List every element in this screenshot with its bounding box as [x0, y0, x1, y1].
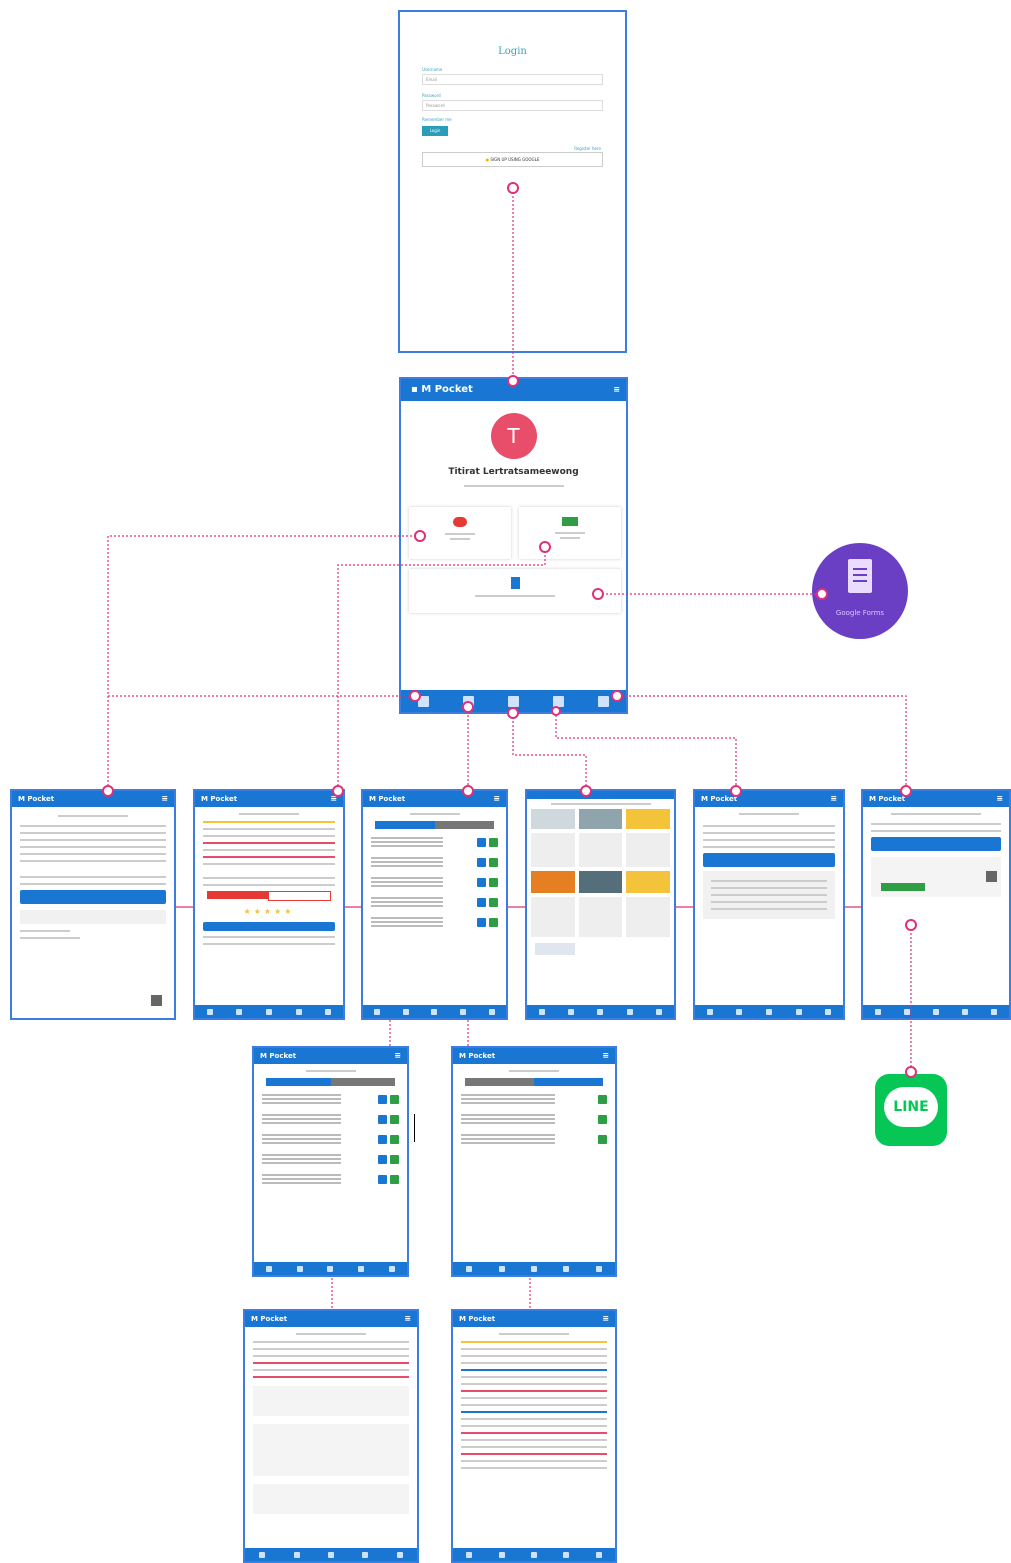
avatar: T	[490, 413, 537, 459]
remember-checkbox[interactable]: Remember me	[422, 117, 625, 122]
menu-icon[interactable]: ≡	[830, 791, 837, 807]
login-screen: Login Username Email Password Password R…	[398, 10, 627, 353]
delete-icon[interactable]	[986, 871, 997, 882]
menu-icon[interactable]: ≡	[493, 791, 500, 807]
menu-icon[interactable]: ≡	[996, 791, 1003, 807]
stats-screen: M Pocket ≡	[693, 789, 845, 1020]
expense-list-appbar-title: M Pocket	[459, 1052, 496, 1060]
expense-list-screen: M Pocket ≡	[451, 1046, 617, 1277]
piggy-bank-icon	[453, 517, 467, 527]
tile-report[interactable]	[409, 569, 621, 613]
connector-nav-settings	[617, 695, 907, 791]
user-name: Titirat Lertratsameewong	[448, 467, 579, 477]
nav-chart-icon[interactable]	[553, 695, 564, 707]
username-label: Username	[422, 67, 443, 72]
nav-list-icon[interactable]	[508, 695, 519, 707]
expense-appbar-title: M Pocket	[201, 795, 238, 803]
nav-edit-icon[interactable]	[463, 695, 474, 707]
google-forms-label: Google Forms	[835, 609, 885, 617]
money-icon	[562, 517, 578, 526]
menu-icon[interactable]: ≡	[394, 1048, 401, 1064]
menu-icon[interactable]: ≡	[602, 1048, 609, 1064]
income-screen: M Pocket ≡	[10, 789, 176, 1020]
nav-home-icon[interactable]	[418, 695, 429, 707]
nav-settings-icon[interactable]	[598, 695, 609, 707]
list-tabs[interactable]	[375, 821, 494, 829]
rating-stars[interactable]: ★★★★★	[195, 907, 343, 916]
list-appbar-title: M Pocket	[369, 795, 406, 803]
home-bottom-nav	[401, 690, 626, 712]
menu-icon[interactable]: ≡	[330, 791, 337, 807]
password-input[interactable]: Password	[422, 100, 603, 111]
type-toggle[interactable]	[207, 891, 331, 901]
google-signup-button[interactable]: ● SIGN UP USING GOOGLE	[422, 152, 603, 167]
line-logo: LINE	[875, 1074, 947, 1146]
menu-icon[interactable]: ≡	[161, 791, 168, 807]
app-logo-icon: ▪	[411, 384, 418, 395]
income-list-screen: M Pocket ≡	[252, 1046, 409, 1277]
google-icon: ●	[485, 157, 490, 162]
stats-appbar-title: M Pocket	[701, 795, 738, 803]
google-forms-logo: Google Forms	[812, 543, 908, 639]
news-screen	[525, 789, 676, 1020]
tile-income[interactable]	[409, 507, 511, 559]
income-appbar-title: M Pocket	[18, 795, 55, 803]
delete-icon[interactable]	[151, 995, 162, 1006]
hamburger-icon[interactable]: ≡	[613, 379, 620, 401]
income-list-appbar-title: M Pocket	[260, 1052, 297, 1060]
register-link[interactable]: Register here	[400, 146, 601, 151]
document-icon	[510, 577, 520, 589]
connector-nav-news	[512, 713, 587, 791]
app-title: M Pocket	[421, 384, 473, 395]
username-input[interactable]: Email	[422, 74, 603, 85]
settings-screen: M Pocket ≡	[861, 789, 1011, 1020]
user-subtitle	[463, 485, 564, 487]
home-appbar: ▪ M Pocket ≡	[401, 379, 626, 401]
save-button[interactable]	[20, 890, 166, 904]
calculate-button[interactable]	[703, 853, 835, 867]
settings-appbar-title: M Pocket	[869, 795, 906, 803]
connector-income	[107, 535, 420, 791]
menu-icon[interactable]: ≡	[404, 1311, 411, 1327]
password-label: Password	[422, 93, 441, 98]
connector-nav-stats	[555, 711, 737, 791]
save-button[interactable]	[871, 837, 1001, 851]
income-detail-appbar-title: M Pocket	[251, 1315, 288, 1323]
home-screen: ▪ M Pocket ≡ T Titirat Lertratsameewong	[399, 377, 628, 714]
submit-button[interactable]	[203, 922, 335, 931]
google-signup-label: SIGN UP USING GOOGLE	[490, 157, 540, 162]
income-detail-screen: M Pocket ≡	[243, 1309, 419, 1563]
login-button[interactable]: Login	[422, 126, 448, 136]
text-cursor	[414, 1114, 415, 1142]
tile-expense[interactable]	[519, 507, 621, 559]
login-title: Login	[498, 46, 527, 57]
expense-detail-screen: M Pocket ≡	[451, 1309, 617, 1563]
line-label: LINE	[893, 1099, 929, 1115]
expense-screen: M Pocket ≡ ★★★★★	[193, 789, 345, 1020]
menu-icon[interactable]: ≡	[602, 1311, 609, 1327]
google-forms-icon	[848, 559, 872, 593]
list-screen: M Pocket ≡	[361, 789, 508, 1020]
expense-detail-appbar-title: M Pocket	[459, 1315, 496, 1323]
